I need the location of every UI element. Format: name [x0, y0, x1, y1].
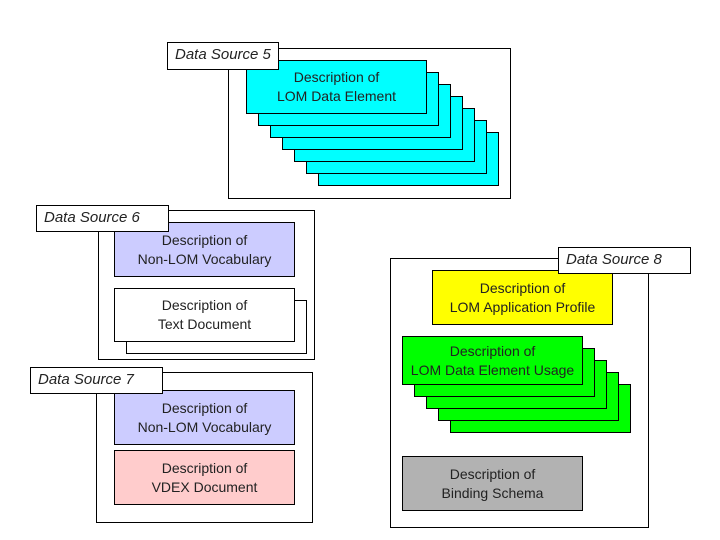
text-document-box: Description of Text Document — [114, 288, 295, 342]
non-lom-vocabulary-box: Description of Non-LOM Vocabulary — [114, 390, 295, 445]
box-text: Description of — [293, 69, 380, 85]
box-text: Description of — [449, 342, 536, 359]
box-text: Description of — [479, 279, 566, 296]
box-text: Description of — [161, 297, 248, 313]
lom-application-profile-box: Description of LOM Application Profile — [432, 270, 613, 325]
lom-data-element-usage-box: Description of LOM Data Element Usage — [402, 336, 583, 385]
box-text: Non-LOM Vocabulary — [137, 418, 272, 435]
data-source-6-label: Data Source 6 — [36, 205, 169, 232]
box-text: LOM Data Element Usage — [410, 361, 575, 378]
box-text: LOM Data Element — [276, 88, 397, 104]
box-text: Description of — [161, 231, 248, 248]
box-text: Description of — [161, 459, 248, 476]
box-text: Description of — [161, 399, 248, 416]
box-text: Description of — [449, 465, 536, 482]
box-text: Text Document — [157, 316, 252, 332]
vdex-document-box: Description of VDEX Document — [114, 450, 295, 505]
box-text: Non-LOM Vocabulary — [137, 250, 272, 267]
box-text: LOM Application Profile — [449, 298, 596, 315]
box-text: VDEX Document — [151, 478, 258, 495]
data-source-7-label: Data Source 7 — [30, 367, 163, 394]
box-text: Binding Schema — [441, 484, 544, 501]
data-source-8-label: Data Source 8 — [558, 247, 691, 274]
diagram-canvas: Description of LOM Data Element Data Sou… — [0, 0, 720, 540]
data-source-5-label: Data Source 5 — [167, 42, 279, 70]
binding-schema-box: Description of Binding Schema — [402, 456, 583, 511]
